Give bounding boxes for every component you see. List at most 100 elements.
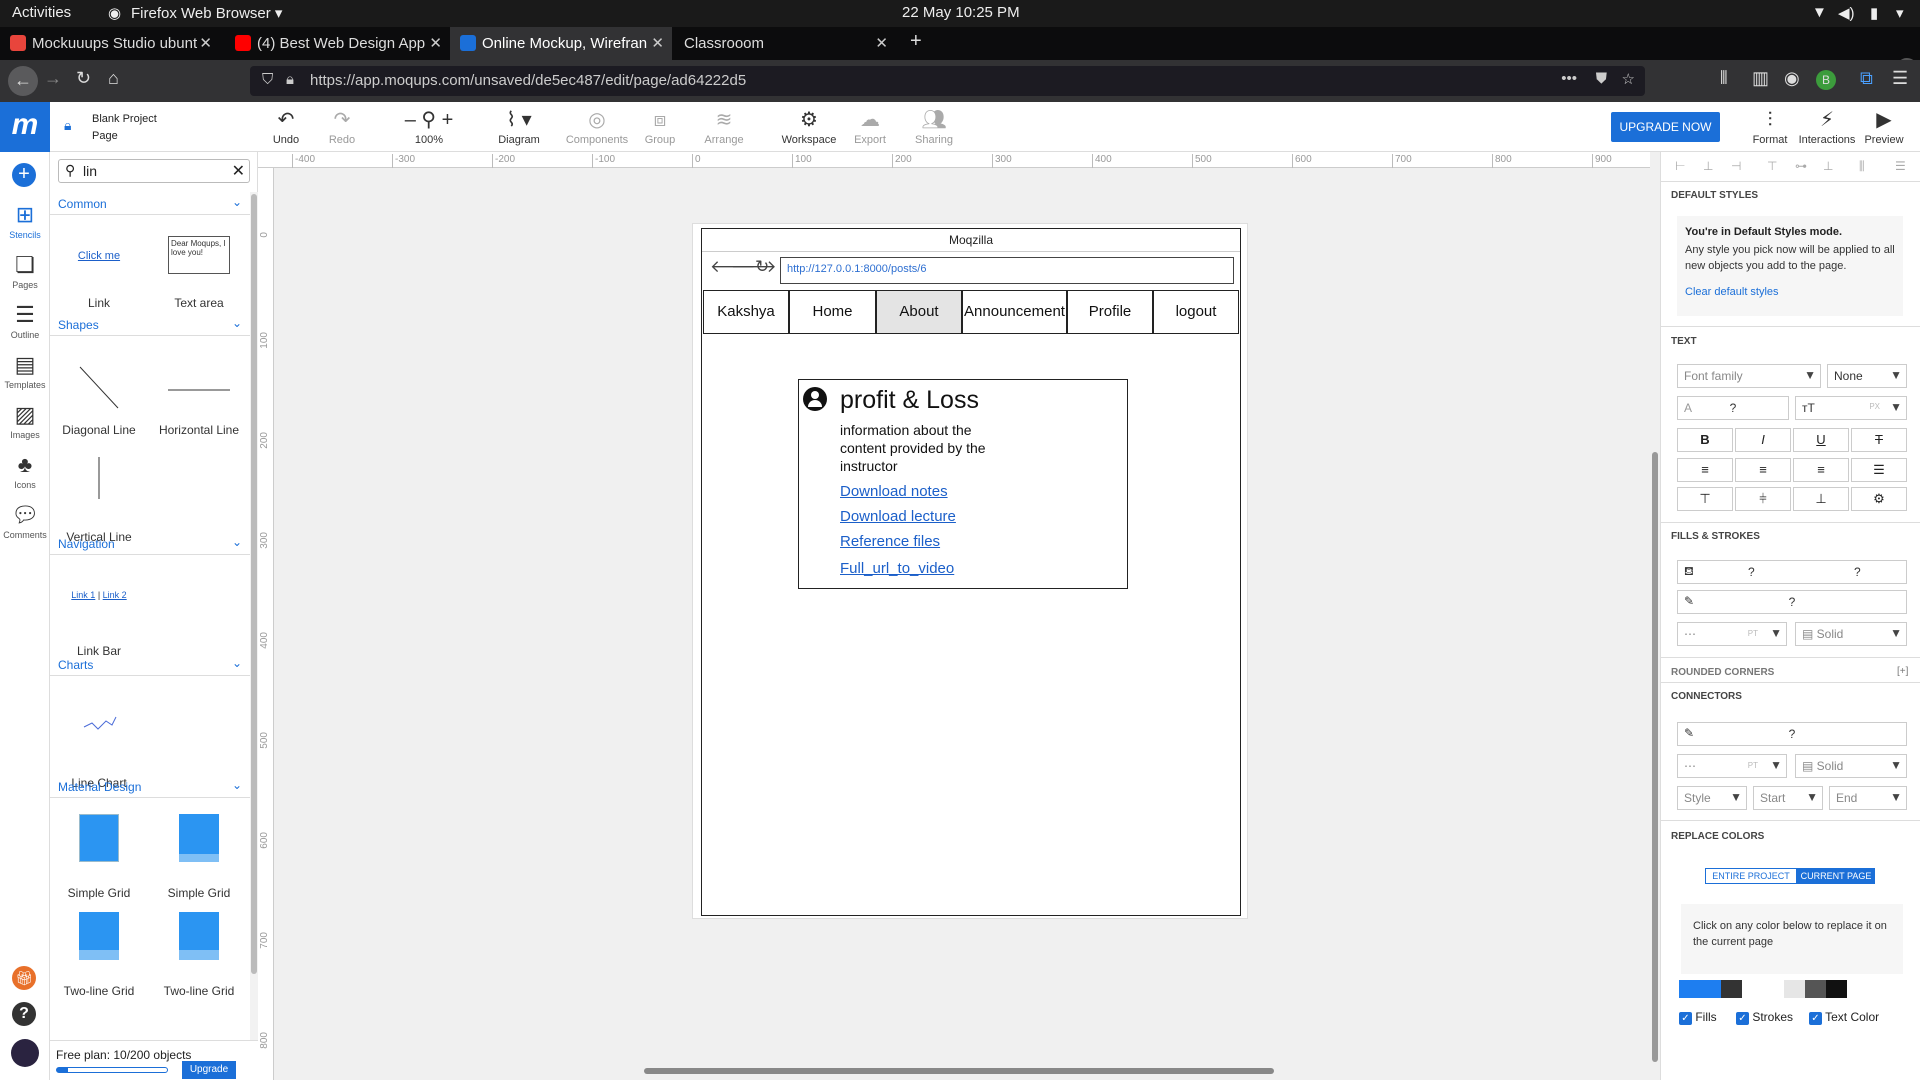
- components-button[interactable]: ◎ Components: [565, 106, 629, 146]
- rail-images[interactable]: ▨ Images: [0, 402, 50, 440]
- mock-nav-home[interactable]: Home: [789, 290, 876, 334]
- zoom-control[interactable]: – ⚲ + 100%: [397, 106, 461, 146]
- connector-color-field[interactable]: ✎?: [1677, 722, 1907, 746]
- font-family-select[interactable]: Font family ▼: [1677, 364, 1821, 388]
- browser-tab[interactable]: (4) Best Web Design App ✕: [225, 27, 450, 60]
- color-swatch[interactable]: [1700, 980, 1721, 998]
- align-text-right-button[interactable]: ≡: [1793, 458, 1849, 482]
- battery-icon[interactable]: ▮: [1870, 4, 1878, 22]
- search-input[interactable]: ⚲ lin ✕: [58, 159, 250, 183]
- strokes-checkbox[interactable]: ✓ Strokes: [1736, 1010, 1793, 1025]
- rail-outline[interactable]: ☰ Outline: [0, 302, 50, 340]
- stencil-diagonal-line[interactable]: Diagonal Line: [50, 352, 148, 437]
- stroke-style-select[interactable]: ▤ Solid ▼: [1795, 622, 1907, 646]
- connector-width-field[interactable]: ⋯ PT ▼: [1677, 754, 1787, 778]
- text-color-field[interactable]: A?: [1677, 396, 1789, 420]
- distribute-h-icon[interactable]: ⫼: [1859, 159, 1865, 174]
- font-size-field[interactable]: ᴛT PX ▼: [1795, 396, 1907, 420]
- page-actions-icon[interactable]: •••: [1561, 70, 1577, 87]
- library-icon[interactable]: ⫴: [1720, 68, 1728, 89]
- download-notes-link[interactable]: Download notes: [840, 483, 948, 500]
- url-text[interactable]: https://app.moqups.com/unsaved/de5ec487/…: [310, 72, 746, 89]
- forward-icon[interactable]: →: [44, 68, 62, 89]
- section-charts[interactable]: Charts ⌄: [50, 652, 250, 676]
- download-lecture-link[interactable]: Download lecture: [840, 508, 956, 525]
- color-swatch[interactable]: [1805, 980, 1826, 998]
- close-tab-icon[interactable]: ✕: [429, 34, 442, 52]
- pocket-icon[interactable]: ⛊: [1596, 70, 1607, 87]
- connector-style-select[interactable]: ▤ Solid ▼: [1795, 754, 1907, 778]
- stencil-simple-grid[interactable]: Simple Grid: [50, 812, 148, 900]
- stencil-text-area[interactable]: Dear Moqups, I love you! Text area: [150, 232, 248, 310]
- connector-start-select[interactable]: Start ▼: [1753, 786, 1823, 810]
- project-info[interactable]: Blank Project Page: [92, 111, 157, 145]
- align-left-icon[interactable]: ⊢: [1675, 159, 1685, 173]
- arrange-button[interactable]: ≋ Arrange: [692, 106, 756, 146]
- diagram-button[interactable]: ⌇ ▾ Diagram: [487, 106, 551, 146]
- align-top-icon[interactable]: ⊤: [1767, 159, 1777, 173]
- new-tab-button[interactable]: +: [900, 27, 930, 60]
- reference-files-link[interactable]: Reference files: [840, 533, 940, 550]
- mock-nav-logout[interactable]: logout: [1153, 290, 1239, 334]
- distribute-v-icon[interactable]: ☰: [1895, 159, 1906, 173]
- close-tab-icon[interactable]: ✕: [875, 34, 888, 52]
- preview-button[interactable]: ▶ Preview: [1852, 106, 1916, 146]
- back-icon[interactable]: ←: [8, 66, 38, 96]
- power-menu-icon[interactable]: ▾: [1896, 4, 1904, 22]
- extensions-icon[interactable]: ⧉: [1860, 68, 1873, 89]
- group-button[interactable]: ⧈ Group: [628, 106, 692, 146]
- color-swatch[interactable]: [1784, 980, 1805, 998]
- rail-pages[interactable]: ❏ Pages: [0, 252, 50, 290]
- color-swatch[interactable]: [1742, 980, 1763, 998]
- app-menu[interactable]: Firefox Web Browser ▾: [131, 4, 282, 22]
- fill-color-field[interactable]: ⛾??: [1677, 560, 1907, 584]
- align-middle-icon[interactable]: ⊶: [1795, 159, 1807, 173]
- page-title[interactable]: Page: [92, 128, 157, 145]
- browser-tab[interactable]: Classrooom ✕: [674, 27, 896, 60]
- stencil-horizontal-line[interactable]: Horizontal Line: [150, 352, 248, 437]
- color-swatch[interactable]: [1721, 980, 1742, 998]
- interactions-button[interactable]: ⚡︎ Interactions: [1795, 106, 1859, 146]
- stencil-link[interactable]: Click me Link: [50, 232, 148, 310]
- rail-comments[interactable]: 💬︎ Comments: [0, 502, 50, 540]
- clear-default-styles-link[interactable]: Clear default styles: [1685, 286, 1779, 298]
- wifi-icon[interactable]: ▼: [1812, 4, 1827, 21]
- section-navigation[interactable]: Navigation ⌄: [50, 531, 250, 555]
- upgrade-now-button[interactable]: UPGRADE NOW: [1611, 112, 1720, 142]
- section-common[interactable]: Common ⌄: [50, 191, 250, 215]
- sharing-button[interactable]: 👥︎ Sharing: [902, 106, 966, 146]
- section-shapes[interactable]: Shapes ⌄: [50, 312, 250, 336]
- rail-stencils[interactable]: ⊞ Stencils: [0, 202, 50, 240]
- lock-icon[interactable]: 🔒︎: [286, 71, 294, 88]
- fills-checkbox[interactable]: ✓ Fills: [1679, 1010, 1717, 1025]
- color-swatch[interactable]: [1679, 980, 1700, 998]
- color-swatch[interactable]: [1763, 980, 1784, 998]
- text-settings-gear-icon[interactable]: ⚙: [1851, 487, 1907, 511]
- shield-icon[interactable]: ⛉: [262, 71, 273, 88]
- rounded-corners-heading[interactable]: ROUNDED CORNERS: [1671, 667, 1774, 678]
- redo-button[interactable]: ↷ Redo: [310, 106, 374, 146]
- lock-icon[interactable]: 🔒︎: [64, 117, 71, 134]
- valign-top-button[interactable]: ⊤: [1677, 487, 1733, 511]
- strikethrough-button[interactable]: T: [1851, 428, 1907, 452]
- text-color-checkbox[interactable]: ✓ Text Color: [1809, 1010, 1879, 1025]
- clear-search-icon[interactable]: ✕: [232, 161, 245, 181]
- connector-end-select[interactable]: End ▼: [1829, 786, 1907, 810]
- vertical-scrollbar[interactable]: [1652, 452, 1658, 1062]
- section-material-design[interactable]: Material Design ⌄: [50, 774, 250, 798]
- volume-icon[interactable]: ◀): [1838, 4, 1855, 22]
- moqups-logo[interactable]: m: [0, 102, 50, 152]
- stencils-scrollbar[interactable]: [250, 192, 258, 1040]
- mock-nav-profile[interactable]: Profile: [1067, 290, 1153, 334]
- canvas-vscroll-track[interactable]: [1650, 152, 1660, 1080]
- align-text-left-button[interactable]: ≡: [1677, 458, 1733, 482]
- mock-card[interactable]: profit & Loss information about the cont…: [798, 379, 1128, 589]
- justify-button[interactable]: ☰: [1851, 458, 1907, 482]
- home-icon[interactable]: ⌂: [108, 68, 119, 89]
- clock[interactable]: 22 May 10:25 PM: [902, 4, 1020, 21]
- color-swatch[interactable]: [1826, 980, 1847, 998]
- mock-nav-about[interactable]: About: [876, 290, 962, 334]
- mock-nav-kakshya[interactable]: Kakshya: [703, 290, 789, 334]
- stencil-two-line-grid[interactable]: Two-line Grid: [150, 910, 248, 998]
- mock-nav-announcement[interactable]: Announcement: [962, 290, 1067, 334]
